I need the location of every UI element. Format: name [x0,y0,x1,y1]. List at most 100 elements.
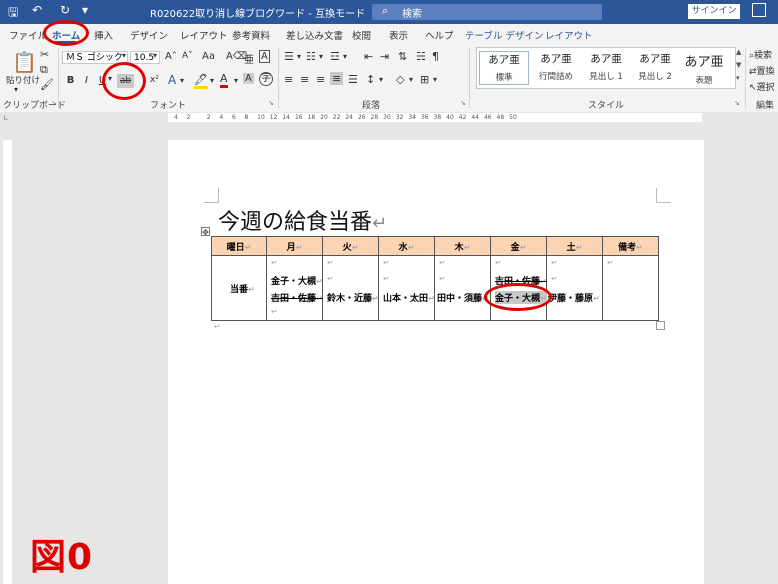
tab-insert[interactable]: 挿入 [94,28,113,42]
gallery-more-icon[interactable]: ▾ [736,74,740,82]
redo-icon[interactable]: ↻ [60,3,70,17]
header-cell[interactable]: 土↵ [546,236,603,256]
paste-icon[interactable]: 📋 [12,50,37,74]
header-cell[interactable]: 金↵ [490,236,547,256]
numbering-dropdown-icon[interactable]: ▾ [319,52,323,61]
save-icon[interactable]: 🖫 [8,3,18,24]
sort-icon[interactable]: ⇅ [398,50,407,63]
borders-dropdown-icon[interactable]: ▾ [433,75,437,84]
text-effects-dropdown-icon[interactable]: ▾ [180,76,184,85]
copy-icon[interactable]: ⧉ [40,63,48,77]
font-color-dropdown-icon[interactable]: ▾ [234,76,238,85]
header-cell[interactable]: 備考↵ [602,236,659,256]
paste-label[interactable]: 貼り付け [6,74,40,86]
style-title[interactable]: あア亜 表題 [679,51,729,86]
table-cell-mon[interactable]: ↵ 金子・大槻↵ 吉田・佐藤↵ ↵ [266,255,323,321]
phonetic-guide-icon[interactable]: 亜 [244,51,254,66]
highlight-dropdown-icon[interactable]: ▾ [210,76,214,85]
clipboard-launcher-icon[interactable]: ↘ [51,99,57,107]
chinese-layout-icon[interactable]: ☵ [416,50,426,63]
align-left-icon[interactable]: ≡ [284,73,293,86]
superscript-button[interactable]: x² [148,74,161,87]
italic-button[interactable]: I [80,74,93,87]
style-no-spacing[interactable]: あア亜 行間詰め [531,51,581,85]
font-name-dropdown-icon[interactable]: ▾ [122,51,126,60]
tab-mailings[interactable]: 差し込み文書 [286,28,343,42]
font-launcher-icon[interactable]: ↘ [268,99,274,107]
justify-icon[interactable]: ≡ [330,72,344,85]
font-size-dropdown-icon[interactable]: ▾ [153,51,157,60]
tab-selector-icon[interactable]: ∟ [3,114,9,122]
customize-qat-icon[interactable]: ▾ [82,3,88,17]
header-cell[interactable]: 水↵ [378,236,435,256]
style-normal[interactable]: あア亜 標準 [479,51,529,85]
paragraph-launcher-icon[interactable]: ↘ [460,99,466,107]
grow-font-icon[interactable]: A˄ [165,51,177,62]
undo-icon[interactable]: ↶ [32,3,42,17]
tab-references[interactable]: 参考資料 [232,28,270,42]
cut-icon[interactable]: ✂ [40,48,49,61]
table-move-handle[interactable]: ✥ [201,227,210,237]
replace-button[interactable]: ⇄置換 [749,64,775,77]
bullets-dropdown-icon[interactable]: ▾ [297,52,301,61]
format-painter-icon[interactable]: 🖌 [40,78,54,91]
text-effects-icon[interactable]: A [168,73,176,87]
tab-file[interactable]: ファイル [9,28,47,42]
line-spacing-icon[interactable]: ↕ [366,73,375,86]
multilevel-dropdown-icon[interactable]: ▾ [343,52,347,61]
increase-indent-icon[interactable]: ⇥ [380,50,389,63]
table-cell-sat[interactable]: ↵ ↵ 伊藤・藤原↵ [546,255,603,321]
header-cell[interactable]: 曜日↵ [211,236,267,256]
multilevel-list-icon[interactable]: ☲ [330,50,340,63]
table-cell-notes[interactable]: ↵ [602,255,659,321]
signin-button[interactable]: サインイン [688,4,740,19]
character-border-icon[interactable]: A [259,50,270,63]
tab-review[interactable]: 校閲 [352,28,371,42]
align-right-icon[interactable]: ≡ [316,73,325,86]
bullets-icon[interactable]: ☰ [284,50,294,63]
align-center-icon[interactable]: ≡ [300,73,309,86]
character-shading-icon[interactable]: A [243,73,254,84]
gallery-scroll-down-icon[interactable]: ▼ [736,61,741,69]
search-box[interactable]: ⌕ 検索 [372,4,602,20]
tab-help[interactable]: ヘルプ [425,28,454,42]
enclose-characters-icon[interactable]: 字 [259,72,273,86]
numbering-icon[interactable]: ☷ [306,50,316,63]
restore-icon[interactable] [752,3,766,17]
tab-design[interactable]: デザイン [130,28,168,42]
gallery-scroll-up-icon[interactable]: ▲ [736,48,741,56]
select-button[interactable]: ↖選択 [749,80,775,93]
shrink-font-icon[interactable]: A˅ [182,51,193,61]
style-heading-1[interactable]: あア亜 見出し 1 [581,51,631,85]
change-case-icon[interactable]: Aa [202,51,215,62]
shading-dropdown-icon[interactable]: ▾ [409,75,413,84]
horizontal-ruler[interactable]: 4 2 2 4 6 8 10 12 14 16 18 20 22 24 26 28 30 32 34 36 38 40 42… [168,113,702,122]
document-heading[interactable]: 今週の給食当番↵ [218,204,387,236]
table-cell-wed[interactable]: ↵ ↵ 山本・太田↵ [378,255,435,321]
table-resize-handle[interactable] [656,321,665,330]
borders-icon[interactable]: ⊞ [420,73,429,86]
header-cell[interactable]: 木↵ [434,236,491,256]
tab-table-design[interactable]: テーブル デザイン [465,28,543,42]
decrease-indent-icon[interactable]: ⇤ [364,50,373,63]
line-spacing-dropdown-icon[interactable]: ▾ [379,75,383,84]
header-cell[interactable]: 月↵ [266,236,323,256]
tab-layout[interactable]: レイアウト [180,28,228,42]
bold-button[interactable]: B [64,74,77,87]
styles-launcher-icon[interactable]: ↘ [734,99,740,107]
highlight-color-icon[interactable]: 🖊 [194,73,208,89]
table-cell-thu[interactable]: ↵ ↵ 田中・須藤↵ [434,255,491,321]
paste-dropdown-icon[interactable]: ▾ [14,85,18,94]
tab-view[interactable]: 表示 [389,28,408,42]
distributed-icon[interactable]: ☰ [348,73,358,86]
vertical-ruler[interactable] [3,140,12,584]
show-marks-icon[interactable]: ¶ [432,50,439,63]
font-color-icon[interactable]: A [220,72,228,88]
find-button[interactable]: ⌕検索 [749,48,772,61]
row-label-cell[interactable]: 当番↵ [211,255,267,321]
header-cell[interactable]: 火↵ [322,236,379,256]
tab-table-layout[interactable]: レイアウト [545,28,593,42]
shading-icon[interactable]: ◇ [396,73,404,86]
table-cell-tue[interactable]: ↵ ↵ 鈴木・近藤↵ [322,255,379,321]
style-heading-2[interactable]: あア亜 見出し 2 [630,51,680,85]
